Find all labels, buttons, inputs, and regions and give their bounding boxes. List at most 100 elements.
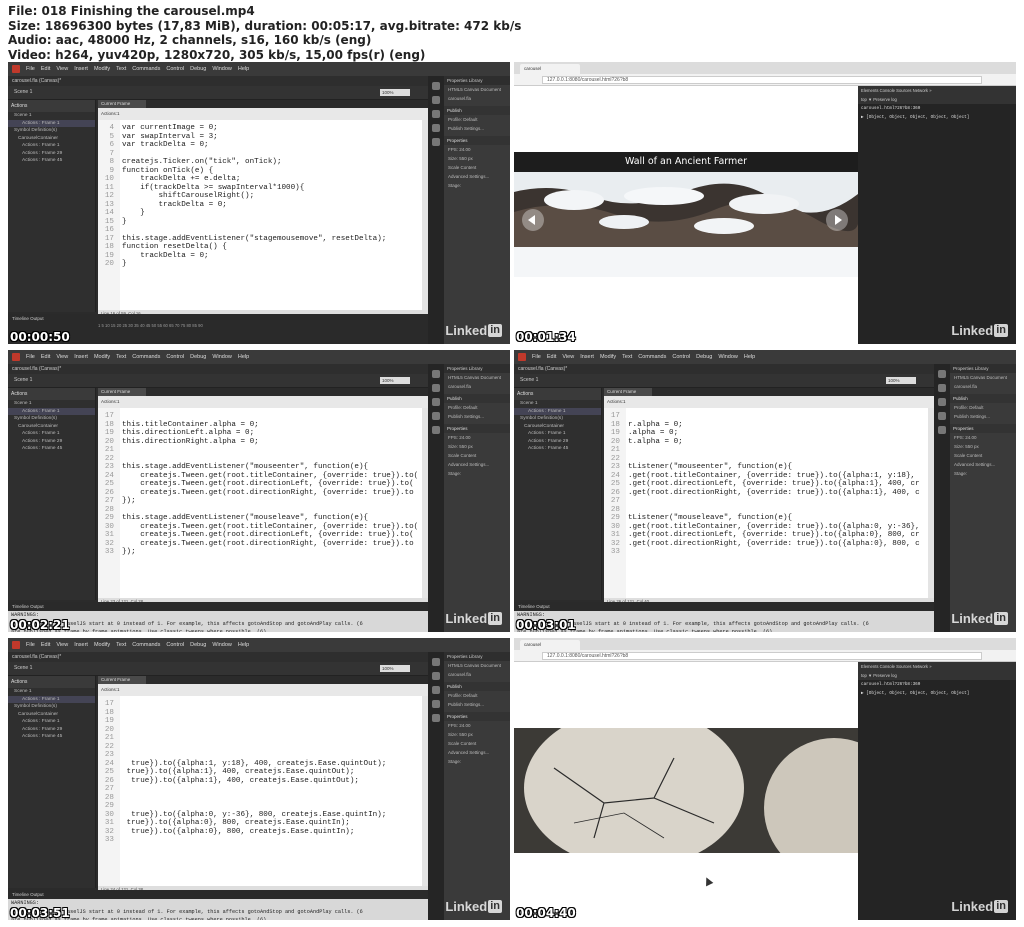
menu-item[interactable]: File xyxy=(532,354,541,360)
tree-item[interactable]: Actions : Frame 45 xyxy=(8,445,95,453)
props-props_profile[interactable]: Profile: Default xyxy=(444,691,510,700)
menu-item[interactable]: Text xyxy=(622,354,632,360)
menu-item[interactable]: Modify xyxy=(94,642,110,648)
props-props_profile[interactable]: Profile: Default xyxy=(950,403,1016,412)
tree-item[interactable]: Symbol Definition(s) xyxy=(8,415,95,423)
tree-item[interactable]: CarouselContainer xyxy=(8,423,95,431)
brush-tool-icon[interactable] xyxy=(938,384,946,392)
thumbnail-ide-2[interactable]: File Edit View Insert Modify Text Commands Cont… xyxy=(8,350,510,632)
current-frame-tab[interactable]: Current Frame xyxy=(98,388,146,396)
menu-item[interactable]: View xyxy=(56,66,68,72)
browser-tab[interactable]: carousel xyxy=(520,64,580,74)
props-props_scale[interactable]: Scale Content xyxy=(444,739,510,748)
zoom-select[interactable]: 100% xyxy=(380,89,410,96)
thumbnail-browser-1[interactable]: carousel 127.0.0.1:8080/carousel.html?26?… xyxy=(514,62,1016,344)
code-editor[interactable]: 17 18 r.alpha = 0; 19 .alpha = 0; 20 t.alpha =… xyxy=(604,408,934,598)
properties-section[interactable]: Properties xyxy=(444,712,510,721)
menu-item[interactable]: Window xyxy=(212,642,232,648)
props-props_scale[interactable]: Scale Content xyxy=(444,163,510,172)
props-props_fps[interactable]: FPS: 24.00 xyxy=(444,721,510,730)
menu-item[interactable]: Commands xyxy=(132,354,160,360)
tree-item[interactable]: Symbol Definition(s) xyxy=(8,703,95,711)
tree-item[interactable]: CarouselContainer xyxy=(514,423,601,431)
tree-item[interactable]: Actions : Frame 29 xyxy=(8,438,95,446)
properties-section[interactable]: Properties xyxy=(950,424,1016,433)
current-frame-tab[interactable]: Current Frame xyxy=(98,676,146,684)
props-props_fps[interactable]: FPS: 24.00 xyxy=(444,145,510,154)
code-editor[interactable]: 4 var currentImage = 0; 5 var swapInterval … xyxy=(98,120,428,310)
transform-tool-icon[interactable] xyxy=(432,398,440,406)
props-props_settings[interactable]: Publish Settings... xyxy=(444,412,510,421)
zoom-tool-icon[interactable] xyxy=(432,714,440,722)
devtools-tabs[interactable]: Elements Console Sources Network » xyxy=(858,86,1016,95)
tree-item[interactable]: Actions : Frame 1 xyxy=(8,695,95,703)
menu-item[interactable]: View xyxy=(56,354,68,360)
menu-item[interactable]: File xyxy=(26,642,35,648)
props-props_advanced[interactable]: Advanced Settings... xyxy=(950,460,1016,469)
document-tab[interactable]: carousel.fla (Canvas)* xyxy=(514,364,934,374)
document-tab[interactable]: carousel.fla (Canvas)* xyxy=(8,364,428,374)
selection-tool-icon[interactable] xyxy=(432,658,440,666)
scene-label[interactable]: Scene 1 xyxy=(14,89,32,95)
brush-tool-icon[interactable] xyxy=(432,96,440,104)
properties-section[interactable]: Properties xyxy=(444,136,510,145)
props-props_advanced[interactable]: Advanced Settings... xyxy=(444,460,510,469)
carousel-next-arrow[interactable] xyxy=(826,209,848,231)
props-props_size[interactable]: Size: 550 px xyxy=(444,730,510,739)
props-props_fps[interactable]: FPS: 24.00 xyxy=(950,433,1016,442)
menu-item[interactable]: Control xyxy=(166,642,184,648)
props-props_size[interactable]: Size: 550 px xyxy=(444,154,510,163)
menu-item[interactable]: Edit xyxy=(547,354,556,360)
tree-item[interactable]: Actions : Frame 1 xyxy=(514,430,601,438)
props-props_advanced[interactable]: Advanced Settings... xyxy=(444,172,510,181)
menu-item[interactable]: Debug xyxy=(190,66,206,72)
props-props_settings[interactable]: Publish Settings... xyxy=(444,124,510,133)
tree-item[interactable]: Actions : Frame 1 xyxy=(514,407,601,415)
devtools-tabs[interactable]: Elements Console Sources Network » xyxy=(858,662,1016,671)
console-source-link[interactable]: carousel.html?26?b8:360 xyxy=(858,104,1016,113)
zoom-tool-icon[interactable] xyxy=(432,138,440,146)
menu-item[interactable]: Insert xyxy=(74,354,88,360)
properties-tabs[interactable]: Properties Library xyxy=(444,364,510,373)
thumbnail-browser-2[interactable]: carousel 127.0.0.1:8080/carousel.html?26?… xyxy=(514,638,1016,920)
document-tab[interactable]: carousel.fla (Canvas)* xyxy=(8,76,428,86)
menu-item[interactable]: Control xyxy=(166,66,184,72)
hand-tool-icon[interactable] xyxy=(432,124,440,132)
tree-item[interactable]: Actions : Frame 1 xyxy=(8,430,95,438)
props-props_stage[interactable]: Stage: xyxy=(444,469,510,478)
document-tab[interactable]: carousel.fla (Canvas)* xyxy=(8,652,428,662)
publish-section[interactable]: Publish xyxy=(444,106,510,115)
carousel-prev-arrow[interactable] xyxy=(522,209,544,231)
scene-label[interactable]: Scene 1 xyxy=(520,377,538,383)
tree-item[interactable]: CarouselContainer xyxy=(8,711,95,719)
menu-item[interactable]: Help xyxy=(238,354,249,360)
menu-item[interactable]: Text xyxy=(116,354,126,360)
timeline-tabs[interactable]: Timeline Output xyxy=(8,890,428,899)
menu-item[interactable]: Text xyxy=(116,642,126,648)
menu-item[interactable]: Edit xyxy=(41,66,50,72)
props-props_stage[interactable]: Stage: xyxy=(444,757,510,766)
props-props_stage[interactable]: Stage: xyxy=(444,181,510,190)
publish-section[interactable]: Publish xyxy=(950,394,1016,403)
console-output[interactable]: ▶ [Object, Object, Object, Object, Objec… xyxy=(858,113,1016,122)
menu-item[interactable]: Help xyxy=(238,642,249,648)
tree-item[interactable]: Symbol Definition(s) xyxy=(8,127,95,135)
menu-item[interactable]: Commands xyxy=(132,66,160,72)
zoom-select[interactable]: 100% xyxy=(380,377,410,384)
timeline-tabs[interactable]: Timeline Output xyxy=(514,602,934,611)
thumbnail-ide-3[interactable]: File Edit View Insert Modify Text Commands Cont… xyxy=(514,350,1016,632)
tree-item[interactable]: Actions : Frame 1 xyxy=(8,718,95,726)
tree-item[interactable]: Actions : Frame 29 xyxy=(8,726,95,734)
menu-item[interactable]: Commands xyxy=(132,642,160,648)
menu-item[interactable]: Modify xyxy=(94,66,110,72)
menu-item[interactable]: Help xyxy=(238,66,249,72)
props-props_stage[interactable]: Stage: xyxy=(950,469,1016,478)
menu-item[interactable]: Debug xyxy=(190,354,206,360)
console-output[interactable]: ▶ [Object, Object, Object, Object, Objec… xyxy=(858,689,1016,698)
properties-tabs[interactable]: Properties Library xyxy=(444,652,510,661)
hand-tool-icon[interactable] xyxy=(432,412,440,420)
tree-item[interactable]: Symbol Definition(s) xyxy=(514,415,601,423)
url-field[interactable]: 127.0.0.1:8080/carousel.html?26?b8 xyxy=(542,652,982,660)
scene-label[interactable]: Scene 1 xyxy=(14,377,32,383)
code-editor[interactable]: 17 18 this.titleContainer.alpha = 0; 19 this… xyxy=(98,408,428,598)
